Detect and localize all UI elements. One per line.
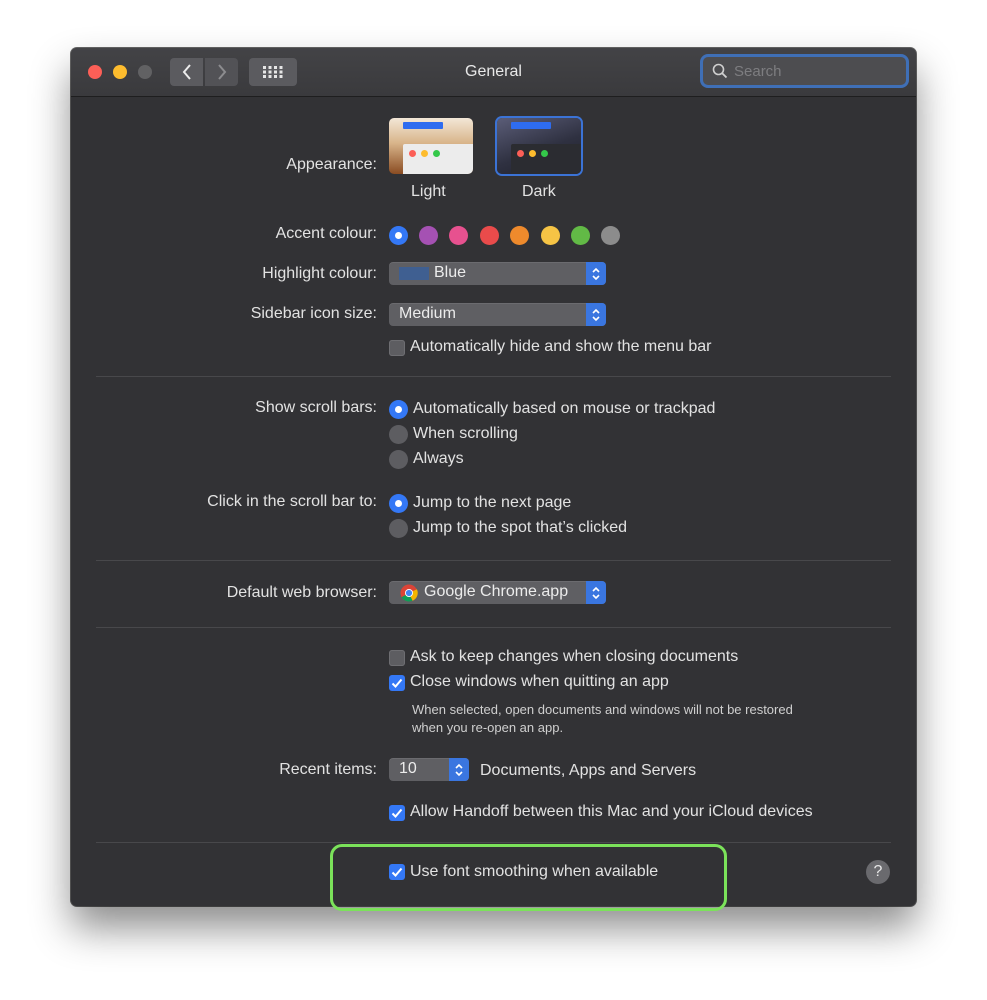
highlight-colour-popup[interactable]: Blue xyxy=(389,262,606,285)
general-preferences-window: General Appearance: Light Dark Accent co… xyxy=(71,48,916,906)
close-windows-note-line1: When selected, open documents and window… xyxy=(412,702,793,717)
sidebar-icon-size-popup[interactable]: Medium xyxy=(389,303,606,326)
appearance-light-thumbnail[interactable] xyxy=(389,118,473,174)
annotation-highlight-box xyxy=(330,844,727,911)
appearance-light-label: Light xyxy=(411,183,446,200)
close-windows-checkbox[interactable] xyxy=(389,675,405,691)
help-button[interactable]: ? xyxy=(866,860,890,884)
close-windows-label: Close windows when quitting an app xyxy=(410,673,669,690)
scroll-bars-automatic-radio[interactable] xyxy=(389,400,408,419)
popup-arrows xyxy=(586,303,606,326)
close-windows-note-line2: when you re-open an app. xyxy=(412,720,564,735)
up-down-arrows-icon xyxy=(592,308,600,321)
accent-swatch-purple[interactable] xyxy=(419,226,438,245)
accent-swatch-pink[interactable] xyxy=(449,226,468,245)
separator xyxy=(96,376,891,377)
recent-items-suffix: Documents, Apps and Servers xyxy=(480,762,697,779)
highlight-colour-label: Highlight colour: xyxy=(262,265,377,282)
accent-swatch-graphite[interactable] xyxy=(601,226,620,245)
jump-next-page-radio[interactable] xyxy=(389,494,408,513)
accent-swatch-red[interactable] xyxy=(480,226,499,245)
accent-swatch-blue[interactable] xyxy=(389,226,408,245)
separator xyxy=(96,560,891,561)
scroll-bars-when-scrolling-label: When scrolling xyxy=(413,425,518,442)
accent-swatch-yellow[interactable] xyxy=(541,226,560,245)
scroll-bars-automatic-label: Automatically based on mouse or trackpad xyxy=(413,400,716,417)
title-bar: General xyxy=(71,48,916,97)
auto-hide-menu-bar-label: Automatically hide and show the menu bar xyxy=(410,338,712,355)
jump-spot-clicked-radio[interactable] xyxy=(389,519,408,538)
scroll-bars-always-label: Always xyxy=(413,450,464,467)
appearance-dark-thumbnail[interactable] xyxy=(497,118,581,174)
sidebar-icon-size-value: Medium xyxy=(399,305,456,322)
accent-colour-label: Accent colour: xyxy=(275,225,377,242)
accent-swatch-orange[interactable] xyxy=(510,226,529,245)
highlight-colour-value: Blue xyxy=(434,264,467,281)
handoff-checkbox[interactable] xyxy=(389,805,405,821)
appearance-label: Appearance: xyxy=(286,156,377,173)
show-scroll-bars-label: Show scroll bars: xyxy=(255,399,377,416)
default-web-browser-value: Google Chrome.app xyxy=(424,583,569,600)
separator xyxy=(96,627,891,628)
scroll-bars-always-radio[interactable] xyxy=(389,450,408,469)
appearance-dark-label: Dark xyxy=(522,183,556,200)
handoff-label: Allow Handoff between this Mac and your … xyxy=(410,803,813,820)
default-web-browser-popup[interactable]: Google Chrome.app xyxy=(389,581,606,604)
search-field[interactable] xyxy=(703,57,906,85)
up-down-arrows-icon xyxy=(592,267,600,280)
ask-keep-changes-checkbox[interactable] xyxy=(389,650,405,666)
up-down-arrows-icon xyxy=(455,763,463,776)
up-down-arrows-icon xyxy=(592,586,600,599)
ask-keep-changes-label: Ask to keep changes when closing documen… xyxy=(410,648,739,665)
popup-arrows xyxy=(586,581,606,604)
recent-items-value: 10 xyxy=(399,760,417,777)
search-input[interactable] xyxy=(732,61,906,81)
default-web-browser-label: Default web browser: xyxy=(226,584,377,601)
chrome-icon xyxy=(400,584,418,602)
auto-hide-menu-bar-checkbox[interactable] xyxy=(389,340,405,356)
search-icon xyxy=(712,63,728,79)
scroll-bars-when-scrolling-radio[interactable] xyxy=(389,425,408,444)
jump-spot-clicked-label: Jump to the spot that’s clicked xyxy=(413,519,628,536)
stepper-arrows[interactable] xyxy=(449,758,469,781)
highlight-swatch xyxy=(399,267,429,280)
jump-next-page-label: Jump to the next page xyxy=(413,494,572,511)
checkmark-icon xyxy=(391,678,403,688)
accent-swatch-green[interactable] xyxy=(571,226,590,245)
sidebar-icon-size-label: Sidebar icon size: xyxy=(250,305,377,322)
separator xyxy=(96,842,891,843)
click-scroll-bar-label: Click in the scroll bar to: xyxy=(207,493,377,510)
popup-arrows xyxy=(586,262,606,285)
recent-items-label: Recent items: xyxy=(279,761,377,778)
recent-items-stepper[interactable]: 10 xyxy=(389,758,469,781)
checkmark-icon xyxy=(391,808,403,818)
